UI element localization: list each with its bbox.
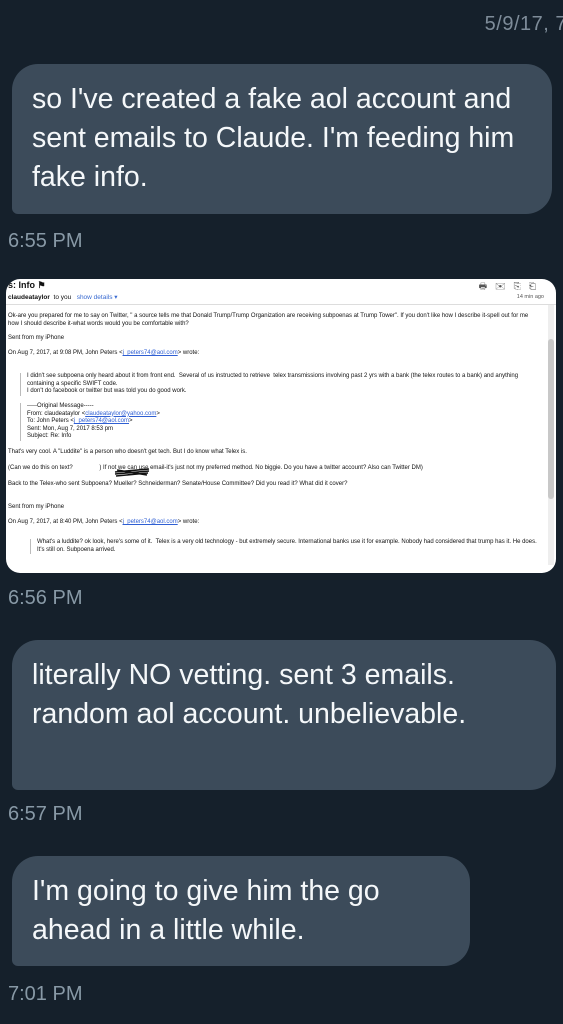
message-text: so I've created a fake aol account and s… [32,83,515,193]
email-signature: Sent from my iPhone [8,504,65,510]
email-toolbar-icons: 🖶✉⎘⎗ [478,281,544,291]
email-quote: What's a luddite? ok look, here's some o… [30,539,537,555]
message-time: 6:55 PM [8,230,83,252]
email-quote-header: On Aug 7, 2017, at 9:08 PM, John Peters … [8,350,200,356]
email-from: claudeataylor to you show details ▾ [8,294,118,301]
email-signature: Sent from my iPhone [8,335,65,341]
conversation-date: 5/9/17, 7 [484,13,563,35]
message-bubble-1[interactable]: so I've created a fake aol account and s… [12,64,552,214]
message-time: 7:01 PM [8,983,83,1005]
email-original-message: -----Original Message----- From: claudea… [20,403,547,441]
email-scrollbar-thumb[interactable] [548,339,554,499]
email-subject: s: Info ⚑ [8,280,46,290]
message-text: I'm going to give him the go ahead in a … [32,875,380,946]
message-text: literally NO vetting. sent 3 emails. ran… [32,659,467,730]
message-bubble-4[interactable]: I'm going to give him the go ahead in a … [12,856,470,966]
email-paragraph: Ok-are you prepared for me to say on Twi… [8,313,530,327]
email-paragraph: That's very cool. A "Luddite" is a perso… [8,449,247,455]
email-quote-header: On Aug 7, 2017, at 8:40 PM, John Peters … [8,519,200,525]
message-bubble-3[interactable]: literally NO vetting. sent 3 emails. ran… [12,640,556,790]
email-screenshot-image[interactable]: s: Info ⚑ claudeataylor to you show deta… [6,279,556,573]
email-paragraph: Back to the Telex-who sent Subpoena? Mue… [8,481,348,487]
message-time: 6:56 PM [8,587,83,609]
email-age: 14 min ago [516,294,544,300]
divider [6,304,556,305]
redaction-scribble [114,468,150,477]
email-quote: I didn't see subpoena only heard about i… [20,373,547,396]
email-paragraph: (Can we do this on text? ) If not we can… [8,465,423,471]
flag-icon: ⚑ [37,280,46,290]
message-time: 6:57 PM [8,803,83,825]
